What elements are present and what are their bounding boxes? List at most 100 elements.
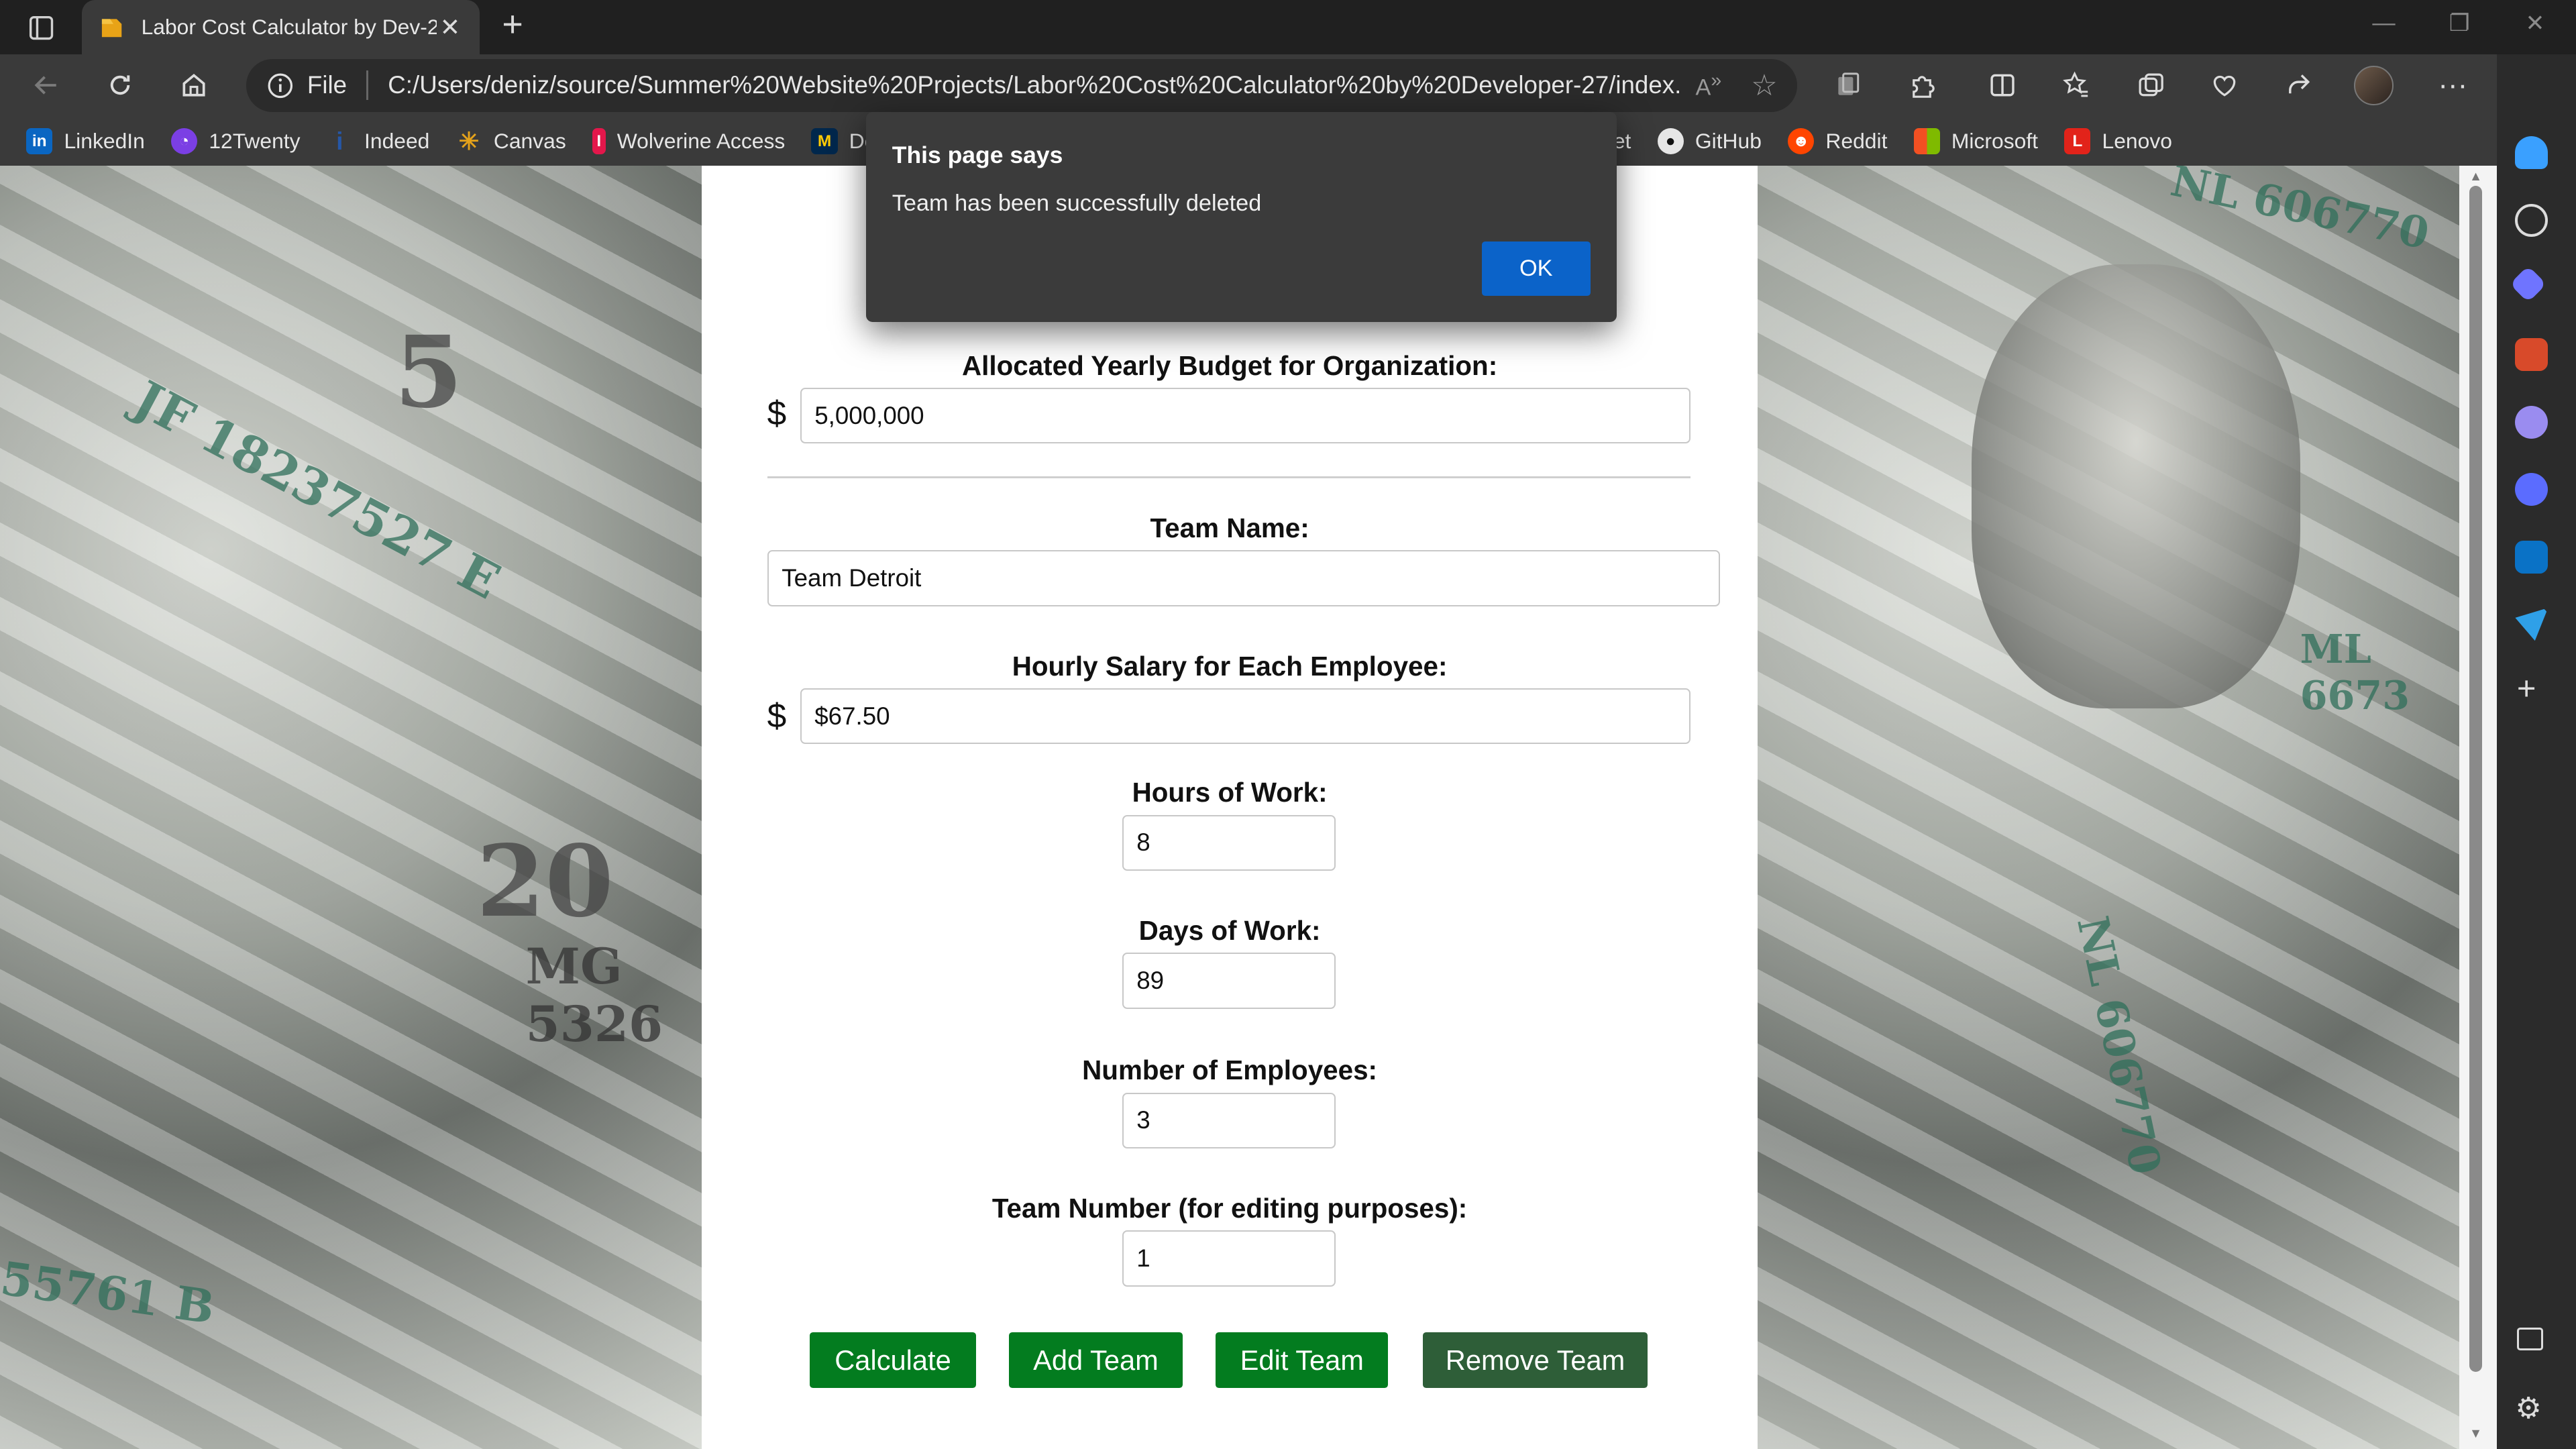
- remove-team-button[interactable]: Remove Team: [1422, 1332, 1648, 1389]
- bookmark-canvas[interactable]: ✳ Canvas: [456, 127, 566, 156]
- favorites-icon[interactable]: [2055, 66, 2098, 105]
- site-info-label[interactable]: File: [307, 71, 347, 99]
- team-name-input[interactable]: [767, 550, 1721, 606]
- calculate-button[interactable]: Calculate: [810, 1332, 976, 1389]
- address-bar[interactable]: File C:/Users/deniz/source/Summer%20Webs…: [246, 59, 1798, 112]
- more-options-icon[interactable]: ···: [2432, 66, 2475, 105]
- employees-input[interactable]: [1122, 1092, 1336, 1148]
- bookmark-label: Wolverine Access: [616, 129, 786, 154]
- scrollbar-thumb[interactable]: [2469, 185, 2483, 1372]
- hours-label: Hours of Work:: [1132, 777, 1328, 808]
- michigan-icon: M: [811, 128, 838, 155]
- split-screen-icon[interactable]: [1981, 66, 2024, 105]
- maximize-icon[interactable]: ❐: [2434, 10, 2483, 37]
- portrait-engraving: [1971, 264, 2300, 708]
- edit-team-button[interactable]: Edit Team: [1216, 1332, 1389, 1389]
- profile-avatar[interactable]: [2354, 65, 2394, 105]
- tab-strip: Labor Cost Calculator by Dev-27 ✕ + — ❐ …: [0, 0, 2576, 54]
- section-divider: [767, 476, 1690, 478]
- budget-input[interactable]: [800, 387, 1690, 444]
- indeed-icon: i: [336, 127, 343, 155]
- 12twenty-icon: ◔: [171, 128, 198, 155]
- scroll-down-icon[interactable]: ▼: [2469, 1426, 2482, 1442]
- bookmark-linkedin[interactable]: in LinkedIn: [26, 128, 145, 155]
- scroll-up-icon[interactable]: ▲: [2469, 169, 2482, 184]
- wolverine-access-icon: I: [592, 128, 606, 155]
- hours-input[interactable]: [1122, 814, 1336, 871]
- extensions-icon[interactable]: [1900, 66, 1943, 105]
- games-icon[interactable]: [2515, 405, 2548, 439]
- tools-briefcase-icon[interactable]: [2515, 338, 2548, 372]
- info-icon[interactable]: [266, 72, 294, 100]
- search-icon[interactable]: [2515, 203, 2548, 237]
- bookmark-reddit[interactable]: ☻ Reddit: [1788, 128, 1888, 155]
- drop-send-icon[interactable]: [2515, 608, 2548, 641]
- github-icon: ●: [1657, 128, 1684, 155]
- tab-title: Labor Cost Calculator by Dev-27: [141, 14, 437, 39]
- alert-message: Team has been successfully deleted: [892, 191, 1262, 217]
- share-icon[interactable]: [2277, 66, 2320, 105]
- bookmark-label: Canvas: [493, 129, 566, 154]
- alert-dialog: This page says Team has been successfull…: [865, 111, 1617, 322]
- bookmark-label: LinkedIn: [64, 129, 145, 154]
- bookmark-wolverine-access[interactable]: I Wolverine Access: [592, 128, 786, 155]
- bookmark-microsoft[interactable]: Microsoft: [1913, 128, 2039, 155]
- add-team-button[interactable]: Add Team: [1008, 1332, 1183, 1389]
- tab-actions-button[interactable]: [13, 8, 69, 48]
- shopping-tag-icon[interactable]: [2510, 265, 2547, 303]
- team-number-label: Team Number (for editing purposes):: [991, 1192, 1468, 1224]
- bookmark-12twenty[interactable]: ◔ 12Twenty: [171, 128, 301, 155]
- home-icon[interactable]: [172, 66, 215, 105]
- tab-collections-icon[interactable]: [2129, 66, 2172, 105]
- days-input[interactable]: [1122, 953, 1336, 1009]
- team-number-input[interactable]: [1122, 1230, 1336, 1287]
- settings-gear-icon[interactable]: ⚙: [2515, 1391, 2542, 1426]
- url-text[interactable]: C:/Users/deniz/source/Summer%20Website%2…: [388, 71, 1679, 99]
- outlook-icon[interactable]: [2515, 540, 2548, 574]
- close-window-icon[interactable]: ✕: [2510, 10, 2559, 37]
- read-aloud-icon[interactable]: A»: [1695, 70, 1721, 101]
- alert-ok-button[interactable]: OK: [1481, 241, 1591, 296]
- refresh-icon[interactable]: [99, 66, 142, 105]
- bookmark-lenovo[interactable]: L Lenovo: [2064, 128, 2172, 155]
- microsoft-365-icon[interactable]: [2515, 473, 2548, 506]
- tab-close-icon[interactable]: ✕: [437, 13, 463, 42]
- new-tab-button[interactable]: +: [493, 6, 533, 46]
- bookmark-label: Indeed: [364, 129, 430, 154]
- favorite-star-icon[interactable]: ☆: [1751, 68, 1778, 103]
- back-icon[interactable]: [25, 66, 68, 105]
- bookmark-label: Microsoft: [1951, 129, 2039, 154]
- minimize-icon[interactable]: —: [2359, 10, 2408, 36]
- notification-bell-icon[interactable]: [2515, 136, 2548, 170]
- bookmark-github[interactable]: ● GitHub: [1657, 128, 1762, 155]
- microsoft-icon: [1913, 128, 1940, 155]
- salary-label: Hourly Salary for Each Employee:: [1012, 650, 1448, 682]
- collections-icon[interactable]: [1827, 66, 1870, 105]
- reddit-icon: ☻: [1788, 128, 1815, 155]
- browser-toolbar: File C:/Users/deniz/source/Summer%20Webs…: [0, 54, 2576, 117]
- active-tab[interactable]: Labor Cost Calculator by Dev-27 ✕: [82, 0, 480, 54]
- bookmark-label: Reddit: [1825, 129, 1888, 154]
- page-viewport: JF 18237527 E MG 5326 5 20 55761 B NL 60…: [0, 166, 2460, 1449]
- performance-icon[interactable]: [2203, 66, 2246, 105]
- address-separator: [366, 70, 368, 101]
- hide-sidebar-icon[interactable]: [2516, 1327, 2544, 1351]
- alert-heading: This page says: [892, 141, 1063, 168]
- bookmark-label: 12Twenty: [209, 129, 301, 154]
- salary-input[interactable]: [800, 688, 1690, 745]
- salary-dollar-sign: $: [767, 695, 787, 735]
- canvas-icon: ✳: [458, 127, 480, 156]
- employees-label: Number of Employees:: [1082, 1055, 1378, 1086]
- team-name-label: Team Name:: [1150, 513, 1309, 544]
- bookmark-label: Lenovo: [2102, 129, 2172, 154]
- bookmark-indeed[interactable]: i Indeed: [327, 127, 430, 155]
- days-label: Days of Work:: [1138, 915, 1321, 947]
- budget-dollar-sign: $: [767, 393, 787, 433]
- linkedin-icon: in: [26, 128, 53, 155]
- page-favicon-icon: [101, 19, 122, 38]
- add-sidebar-app-icon[interactable]: +: [2517, 670, 2536, 708]
- page-scrollbar[interactable]: ▲ ▼: [2459, 166, 2498, 1449]
- money-background-left: JF 18237527 E MG 5326 5 20 55761 B: [0, 166, 702, 1449]
- calculator-form: Allocated Yearly Budget for Organization…: [701, 166, 1758, 1449]
- bookmark-label: GitHub: [1695, 129, 1762, 154]
